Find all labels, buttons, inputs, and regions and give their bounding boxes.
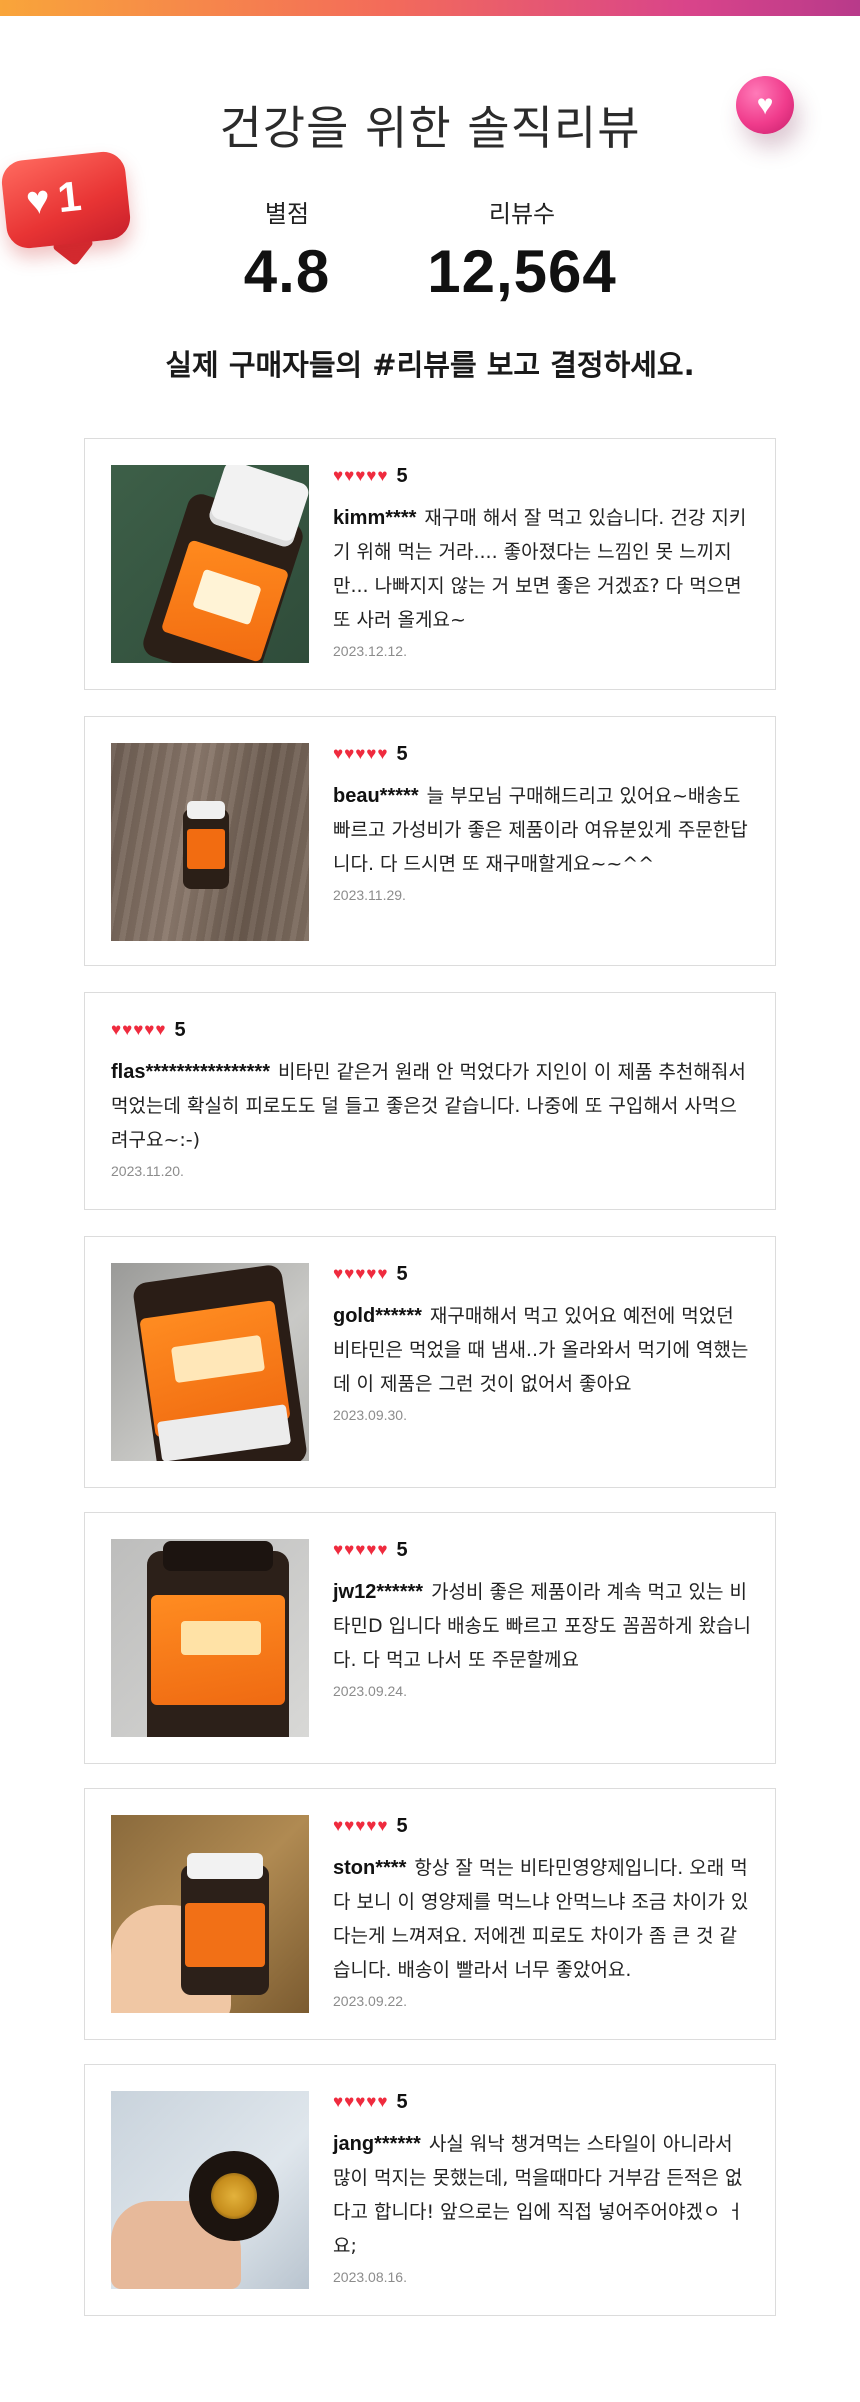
review-card: ♥♥♥♥♥ 5 flas**************** 비타민 같은거 원래 안… [84, 992, 776, 1210]
top-gradient-bar [0, 0, 860, 16]
review-text: beau***** 늘 부모님 구매해드리고 있어요~배송도 빠르고 가성비가 좋… [333, 779, 751, 881]
review-card: ♥♥♥♥♥ 5 kimm**** 재구매 해서 잘 먹고 있습니다. 건강 지키기… [84, 438, 776, 690]
review-body: ♥♥♥♥♥ 5 jw12****** 가성비 좋은 제품이라 계속 먹고 있는 비… [333, 1537, 751, 1700]
review-date: 2023.12.12. [333, 643, 407, 659]
rating-stat: 별점 4.8 [222, 194, 352, 306]
review-text: jang****** 사실 워낙 챙겨먹는 스타일이 아니라서 많이 먹지는 못했… [333, 2127, 751, 2263]
rating-hearts-icon: ♥♥♥♥♥ [111, 1020, 167, 1039]
review-text: ston**** 항상 잘 먹는 비타민영양제입니다. 오래 먹다 보니 이 영양… [333, 1851, 751, 1987]
review-body: ♥♥♥♥♥ 5 ston**** 항상 잘 먹는 비타민영양제입니다. 오래 먹다… [333, 1813, 751, 2010]
review-user: beau***** [333, 785, 419, 807]
review-date: 2023.11.29. [333, 887, 406, 903]
review-body: ♥♥♥♥♥ 5 jang****** 사실 워낙 챙겨먹는 스타일이 아니라서 많… [333, 2089, 751, 2286]
review-date: 2023.09.30. [333, 1407, 407, 1423]
review-user: kimm**** [333, 507, 417, 529]
rating-hearts-icon: ♥♥♥♥♥ [333, 466, 389, 485]
rating-row: ♥♥♥♥♥ 5 [333, 1537, 751, 1563]
page-title: 건강을 위한 솔직리뷰 [219, 101, 641, 155]
review-date: 2023.09.24. [333, 1683, 407, 1699]
review-user: flas**************** [111, 1061, 270, 1083]
rating-row: ♥♥♥♥♥ 5 [333, 463, 751, 489]
review-score: 5 [396, 1814, 408, 1837]
review-text: kimm**** 재구매 해서 잘 먹고 있습니다. 건강 지키기 위해 먹는 거… [333, 501, 751, 637]
review-score: 5 [396, 1262, 408, 1285]
open-bottle-capsules-photo[interactable] [111, 2091, 309, 2289]
rating-row: ♥♥♥♥♥ 5 [333, 1813, 751, 1839]
rating-hearts-icon: ♥♥♥♥♥ [333, 1264, 389, 1283]
review-text: gold****** 재구매해서 먹고 있어요 예전에 먹었던 비타민은 먹었을 … [333, 1299, 751, 1401]
review-user: jang****** [333, 2133, 421, 2155]
review-body: ♥♥♥♥♥ 5 kimm**** 재구매 해서 잘 먹고 있습니다. 건강 지키기… [333, 463, 751, 660]
rating-row: ♥♥♥♥♥ 5 [333, 2089, 751, 2115]
review-count-value: 12,564 [427, 238, 617, 305]
review-body: ♥♥♥♥♥ 5 flas**************** 비타민 같은거 원래 안… [111, 1017, 751, 1180]
review-user: ston**** [333, 1857, 407, 1879]
rating-hearts-icon: ♥♥♥♥♥ [333, 2092, 389, 2111]
review-text: flas**************** 비타민 같은거 원래 안 먹었다가 지인… [111, 1055, 751, 1157]
review-count-label: 리뷰수 [488, 200, 556, 228]
review-user: jw12****** [333, 1581, 424, 1603]
review-score: 5 [396, 1538, 408, 1561]
vitamin-d-label-photo[interactable] [111, 1263, 309, 1461]
review-card: ♥♥♥♥♥ 5 beau***** 늘 부모님 구매해드리고 있어요~배송도 빠르… [84, 716, 776, 966]
summary-stats: 별점 4.8 리뷰수 12,564 [0, 194, 860, 314]
bottle-closeup-photo[interactable] [111, 465, 309, 663]
bottle-on-floor-photo[interactable] [111, 743, 309, 941]
review-date: 2023.08.16. [333, 2269, 407, 2285]
review-body: ♥♥♥♥♥ 5 gold****** 재구매해서 먹고 있어요 예전에 먹었던 비… [333, 1261, 751, 1424]
rating-row: ♥♥♥♥♥ 5 [111, 1017, 751, 1043]
review-card: ♥♥♥♥♥ 5 ston**** 항상 잘 먹는 비타민영양제입니다. 오래 먹다… [84, 1788, 776, 2040]
review-card: ♥♥♥♥♥ 5 gold****** 재구매해서 먹고 있어요 예전에 먹었던 비… [84, 1236, 776, 1488]
bottle-in-hand-photo[interactable] [111, 1815, 309, 2013]
review-score: 5 [396, 742, 408, 765]
tagline: 실제 구매자들의 #리뷰를 보고 결정하세요. [165, 348, 695, 382]
rating-value: 4.8 [243, 238, 331, 305]
review-card: ♥♥♥♥♥ 5 jw12****** 가성비 좋은 제품이라 계속 먹고 있는 비… [84, 1512, 776, 1764]
rating-row: ♥♥♥♥♥ 5 [333, 741, 751, 767]
review-score: 5 [396, 464, 408, 487]
review-date: 2023.09.22. [333, 1993, 407, 2009]
rating-row: ♥♥♥♥♥ 5 [333, 1261, 751, 1287]
review-card: ♥♥♥♥♥ 5 jang****** 사실 워낙 챙겨먹는 스타일이 아니라서 많… [84, 2064, 776, 2316]
review-body: ♥♥♥♥♥ 5 beau***** 늘 부모님 구매해드리고 있어요~배송도 빠르… [333, 741, 751, 904]
rating-hearts-icon: ♥♥♥♥♥ [333, 744, 389, 763]
review-user: gold****** [333, 1305, 422, 1327]
review-count-stat: 리뷰수 12,564 [412, 194, 632, 306]
review-text: jw12****** 가성비 좋은 제품이라 계속 먹고 있는 비타민D 입니다 … [333, 1575, 751, 1677]
review-score: 5 [174, 1018, 186, 1041]
review-date: 2023.11.20. [111, 1163, 184, 1179]
rating-hearts-icon: ♥♥♥♥♥ [333, 1816, 389, 1835]
rating-label: 별점 [264, 200, 310, 228]
bottle-front-photo[interactable] [111, 1539, 309, 1737]
review-score: 5 [396, 2090, 408, 2113]
rating-hearts-icon: ♥♥♥♥♥ [333, 1540, 389, 1559]
